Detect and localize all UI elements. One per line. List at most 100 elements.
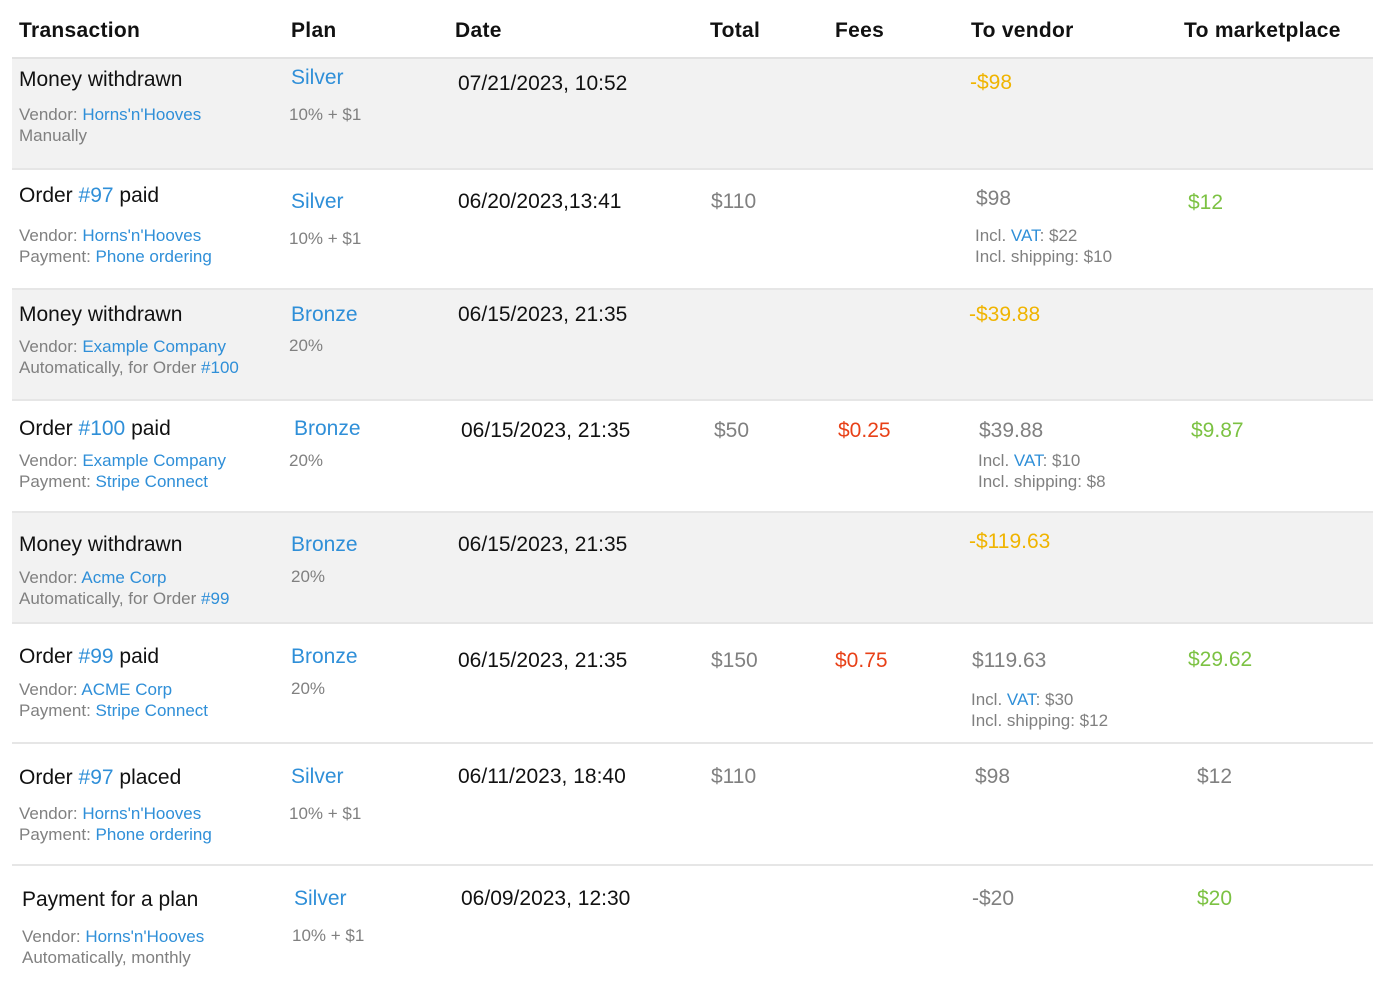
total-amount: $50 bbox=[714, 419, 750, 442]
payment-label: Payment: bbox=[19, 472, 96, 491]
transaction-details: Vendor: ACME Corp Payment: Stripe Connec… bbox=[19, 679, 208, 721]
order-link[interactable]: #100 bbox=[79, 417, 126, 440]
to-marketplace-amount: $12 bbox=[1197, 765, 1233, 788]
payment-schedule: Automatically, monthly bbox=[22, 948, 191, 967]
vendor-breakdown: Incl. VAT: $10 Incl. shipping: $8 bbox=[978, 450, 1106, 492]
payment-method-link[interactable]: Stripe Connect bbox=[96, 701, 208, 720]
transaction-title-text: Order bbox=[19, 766, 79, 789]
payment-label: Payment: bbox=[19, 701, 96, 720]
to-marketplace-amount: $12 bbox=[1188, 191, 1224, 214]
plan-link[interactable]: Bronze bbox=[291, 303, 358, 327]
transaction-date: 06/15/2023, 21:35 bbox=[458, 533, 628, 556]
vendor-link[interactable]: ACME Corp bbox=[81, 680, 172, 699]
total-amount: $110 bbox=[711, 765, 757, 788]
transaction-title: Order #99 paid bbox=[19, 645, 159, 669]
header-to-marketplace: To marketplace bbox=[1184, 19, 1341, 42]
table-row: Money withdrawn Vendor: Example Company … bbox=[12, 290, 1373, 401]
withdraw-method: Manually bbox=[19, 126, 88, 145]
vat-link[interactable]: VAT bbox=[1011, 226, 1040, 245]
withdraw-method: Automatically, for Order bbox=[19, 358, 202, 377]
transaction-title: Money withdrawn bbox=[19, 303, 182, 327]
shipping-value: Incl. shipping: $8 bbox=[978, 472, 1106, 491]
vendor-link[interactable]: Horns'n'Hooves bbox=[82, 804, 201, 823]
to-vendor-amount: -$119.63 bbox=[969, 530, 1051, 553]
vendor-label: Vendor: bbox=[22, 927, 86, 946]
total-amount: $110 bbox=[711, 190, 757, 213]
vendor-link[interactable]: Horns'n'Hooves bbox=[82, 105, 201, 124]
table-row: Order #97 placed Vendor: Horns'n'Hooves … bbox=[12, 744, 1373, 866]
payment-method-link[interactable]: Phone ordering bbox=[96, 825, 212, 844]
to-vendor-amount: -$39.88 bbox=[969, 303, 1041, 326]
fees-amount: $0.75 bbox=[835, 649, 888, 672]
table-row: Money withdrawn Vendor: Horns'n'Hooves M… bbox=[12, 59, 1373, 170]
table-row: Order #100 paid Vendor: Example Company … bbox=[12, 401, 1373, 513]
transaction-date: 06/15/2023, 21:35 bbox=[461, 419, 631, 442]
plan-rate: 10% + $1 bbox=[289, 105, 362, 124]
plan-link[interactable]: Bronze bbox=[291, 533, 358, 557]
transaction-details: Vendor: Horns'n'Hooves Manually bbox=[19, 104, 201, 146]
plan-link[interactable]: Silver bbox=[291, 765, 344, 789]
transaction-title-status: paid bbox=[113, 645, 160, 668]
transactions-table: Transaction Plan Date Total Fees To vend… bbox=[12, 0, 1373, 984]
transaction-title-text: Money withdrawn bbox=[19, 68, 183, 91]
vendor-breakdown: Incl. VAT: $22 Incl. shipping: $10 bbox=[975, 225, 1112, 267]
vat-label: Incl. bbox=[978, 451, 1014, 470]
vendor-label: Vendor: bbox=[19, 568, 82, 587]
transaction-title-status: paid bbox=[125, 417, 171, 440]
vendor-link[interactable]: Example Company bbox=[82, 451, 226, 470]
transaction-title: Order #97 paid bbox=[19, 184, 159, 208]
plan-link[interactable]: Silver bbox=[291, 66, 344, 90]
vat-label: Incl. bbox=[975, 226, 1011, 245]
header-date: Date bbox=[455, 19, 502, 42]
vat-link[interactable]: VAT bbox=[1007, 690, 1036, 709]
payment-method-link[interactable]: Stripe Connect bbox=[96, 472, 208, 491]
header-plan: Plan bbox=[291, 19, 337, 42]
plan-link[interactable]: Bronze bbox=[294, 417, 361, 441]
plan-link[interactable]: Bronze bbox=[291, 645, 358, 669]
plan-link[interactable]: Silver bbox=[291, 190, 344, 214]
vendor-link[interactable]: Horns'n'Hooves bbox=[82, 226, 201, 245]
vat-label: Incl. bbox=[971, 690, 1007, 709]
vendor-link[interactable]: Horns'n'Hooves bbox=[85, 927, 204, 946]
plan-rate: 10% + $1 bbox=[292, 926, 365, 945]
order-link[interactable]: #99 bbox=[79, 645, 114, 668]
to-vendor-amount: $119.63 bbox=[972, 649, 1047, 672]
header-fees: Fees bbox=[835, 19, 885, 42]
table-row: Order #99 paid Vendor: ACME Corp Payment… bbox=[12, 624, 1373, 744]
vat-value: : $22 bbox=[1039, 226, 1078, 245]
table-header: Transaction Plan Date Total Fees To vend… bbox=[12, 0, 1373, 59]
plan-link[interactable]: Silver bbox=[294, 887, 347, 911]
transaction-title-text: Order bbox=[19, 417, 79, 440]
payment-method-link[interactable]: Phone ordering bbox=[96, 247, 212, 266]
to-marketplace-amount: $20 bbox=[1197, 887, 1233, 910]
transaction-date: 06/20/2023,13:41 bbox=[458, 190, 622, 213]
to-vendor-amount: -$98 bbox=[970, 71, 1013, 94]
vendor-link[interactable]: Acme Corp bbox=[81, 568, 166, 587]
vat-link[interactable]: VAT bbox=[1014, 451, 1043, 470]
order-link[interactable]: #97 bbox=[79, 184, 114, 207]
to-vendor-amount: $98 bbox=[976, 187, 1012, 210]
to-vendor-amount: $39.88 bbox=[979, 419, 1044, 442]
header-transaction: Transaction bbox=[19, 19, 141, 42]
payment-label: Payment: bbox=[19, 825, 96, 844]
transaction-title-status: placed bbox=[113, 766, 182, 789]
transaction-details: Vendor: Acme Corp Automatically, for Ord… bbox=[19, 567, 229, 609]
order-link[interactable]: #97 bbox=[79, 766, 114, 789]
transaction-details: Vendor: Example Company Payment: Stripe … bbox=[19, 450, 226, 492]
table-row: Money withdrawn Vendor: Acme Corp Automa… bbox=[12, 513, 1373, 624]
order-link[interactable]: #100 bbox=[201, 358, 239, 377]
header-to-vendor: To vendor bbox=[971, 19, 1074, 42]
to-vendor-amount: $98 bbox=[975, 765, 1011, 788]
vendor-link[interactable]: Example Company bbox=[82, 337, 226, 356]
order-link[interactable]: #99 bbox=[201, 589, 229, 608]
transaction-title-text: Money withdrawn bbox=[19, 303, 183, 326]
vendor-breakdown: Incl. VAT: $30 Incl. shipping: $12 bbox=[971, 689, 1108, 731]
transaction-title: Money withdrawn bbox=[19, 533, 182, 557]
shipping-value: Incl. shipping: $10 bbox=[975, 247, 1113, 266]
to-marketplace-amount: $9.87 bbox=[1191, 419, 1244, 442]
transaction-title-text: Order bbox=[19, 645, 79, 668]
vendor-label: Vendor: bbox=[19, 804, 83, 823]
transaction-title: Payment for a plan bbox=[22, 888, 198, 912]
plan-rate: 20% bbox=[291, 567, 326, 586]
vendor-label: Vendor: bbox=[19, 105, 83, 124]
